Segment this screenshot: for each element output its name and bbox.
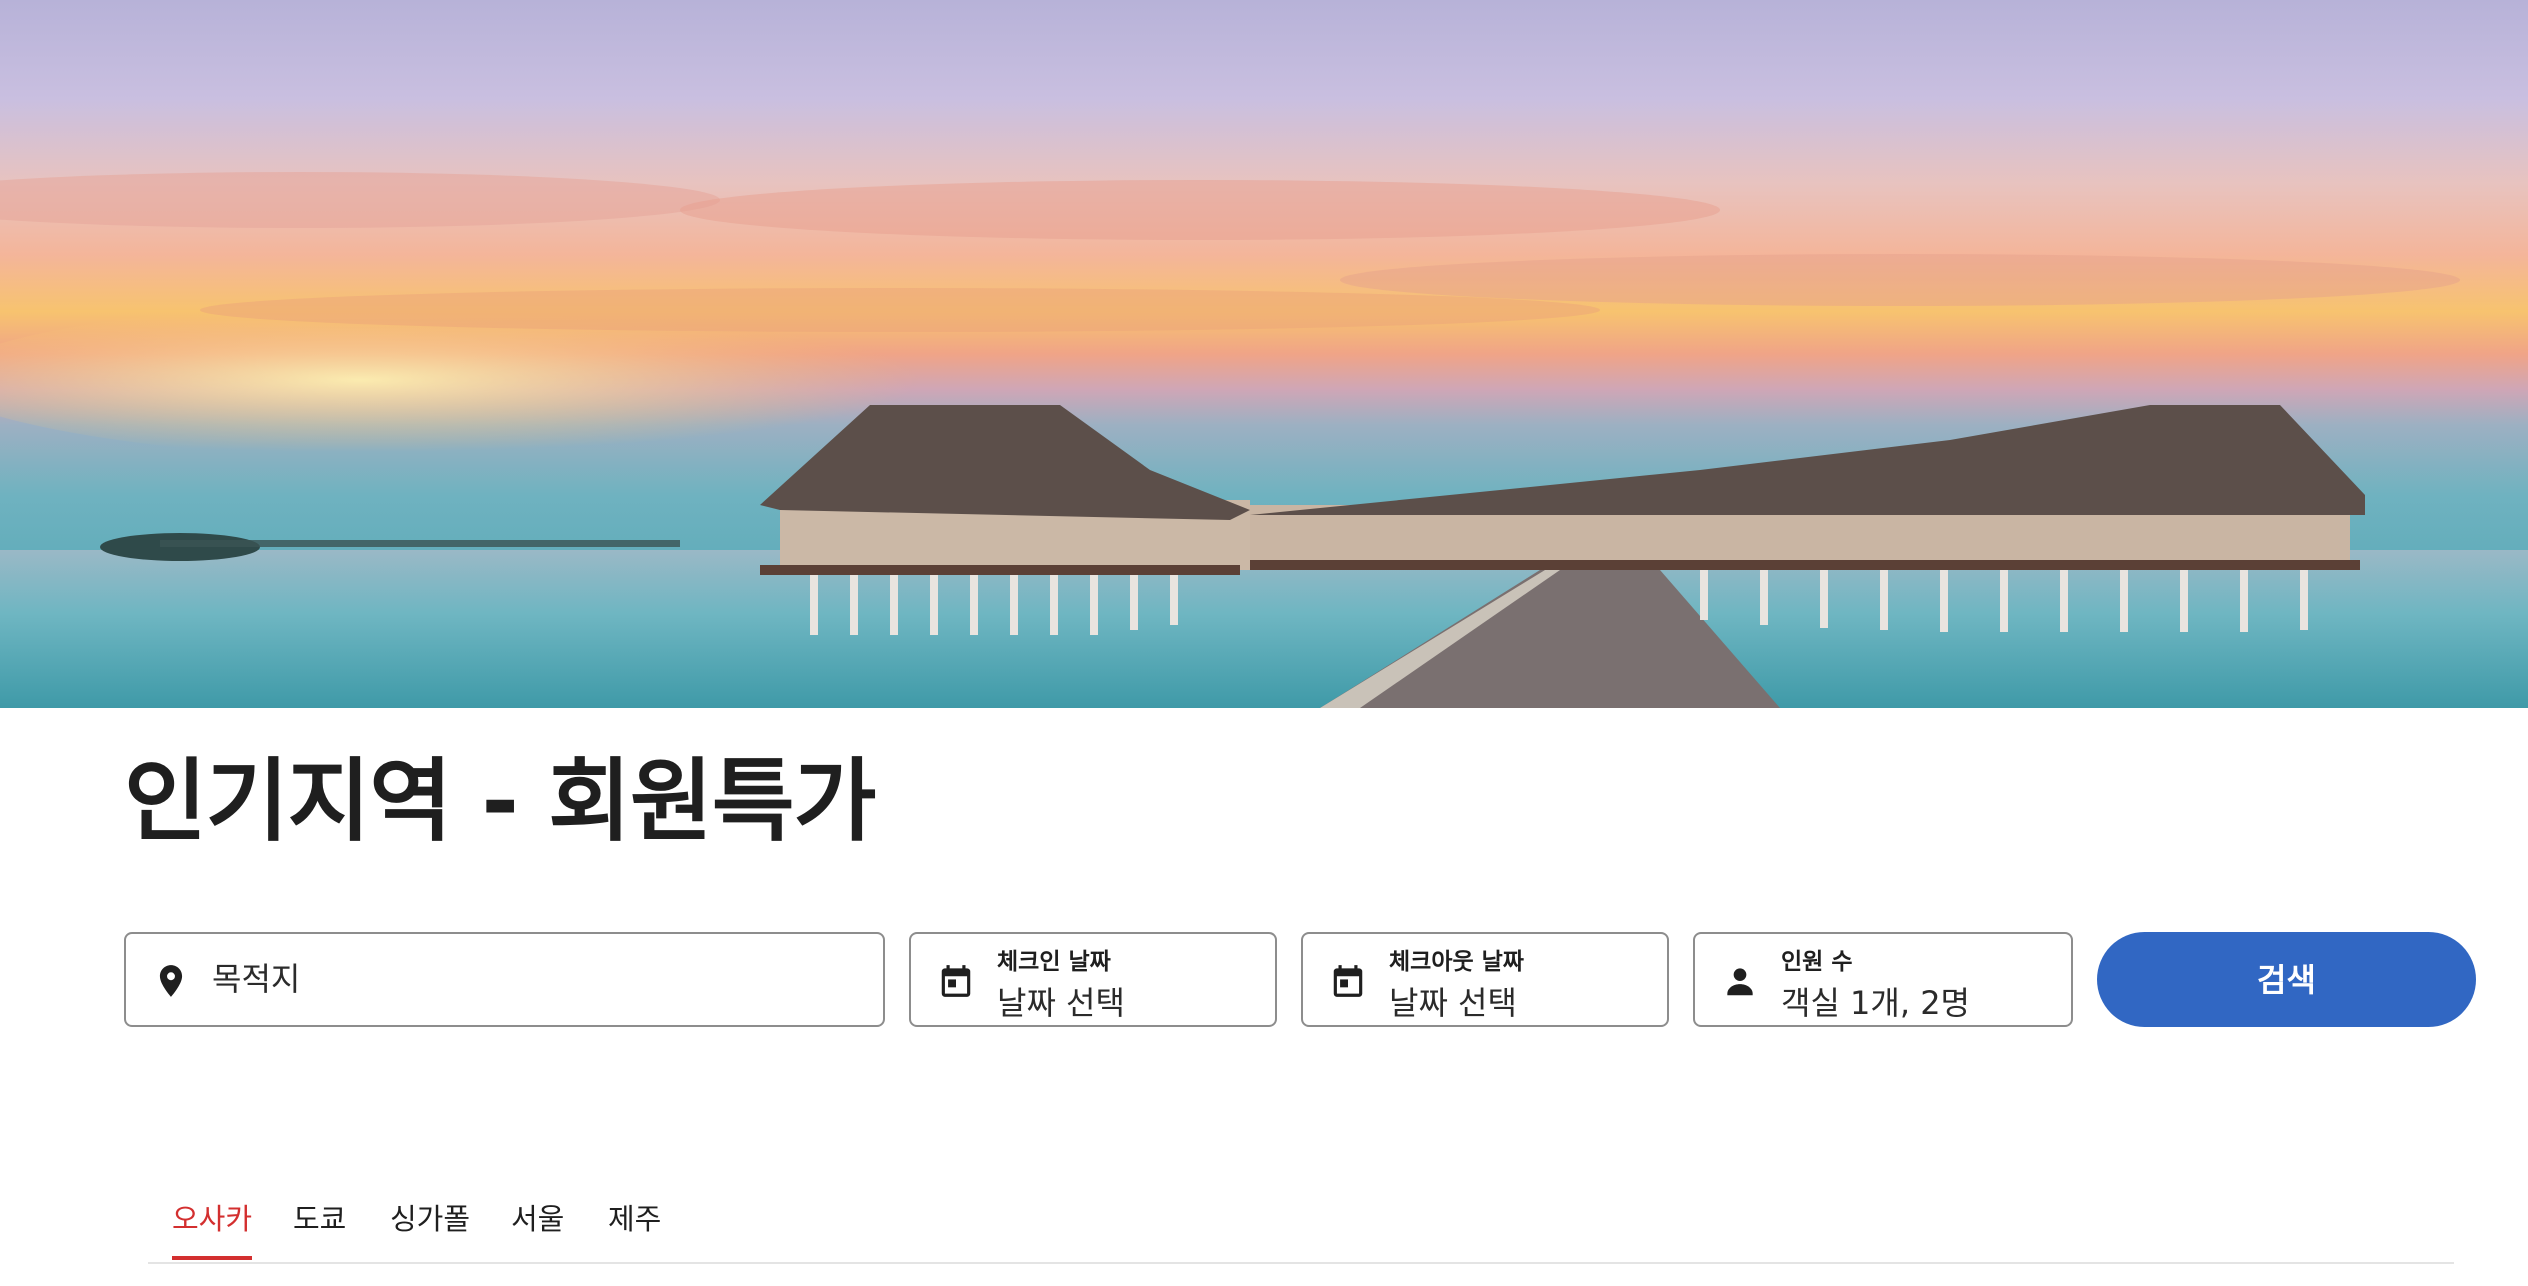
hero-illustration <box>0 172 2528 708</box>
calendar-icon <box>1333 965 1363 997</box>
guests-field[interactable]: 인원 수 객실 1개, 2명 <box>1693 932 2073 1027</box>
tab-tokyo[interactable]: 도쿄 <box>293 1196 346 1260</box>
calendar-icon <box>941 965 971 997</box>
page-title: 인기지역 - 회원특가 <box>124 749 876 854</box>
region-tabs: 오사카 도쿄 싱가폴 서울 제주 <box>148 1182 2454 1264</box>
destination-placeholder: 목적지 <box>212 960 301 998</box>
location-pin-icon <box>159 965 183 997</box>
hero-image <box>0 0 2528 708</box>
destination-field[interactable]: 목적지 <box>124 932 885 1027</box>
tab-seoul[interactable]: 서울 <box>511 1196 564 1260</box>
guests-value: 객실 1개, 2명 <box>1781 984 1970 1022</box>
checkout-date-field[interactable]: 체크아웃 날짜 날짜 선택 <box>1301 932 1669 1027</box>
tab-osaka[interactable]: 오사카 <box>172 1196 253 1260</box>
tab-jeju[interactable]: 제주 <box>608 1196 661 1260</box>
checkout-label: 체크아웃 날짜 <box>1389 949 1524 975</box>
search-button[interactable]: 검색 <box>2097 932 2476 1027</box>
checkin-value: 날짜 선택 <box>997 984 1125 1022</box>
checkout-value: 날짜 선택 <box>1389 984 1517 1022</box>
person-icon <box>1727 968 1753 996</box>
checkin-date-field[interactable]: 체크인 날짜 날짜 선택 <box>909 932 1277 1027</box>
checkin-label: 체크인 날짜 <box>997 949 1111 975</box>
guests-label: 인원 수 <box>1781 949 1853 975</box>
tab-singapore[interactable]: 싱가폴 <box>390 1196 470 1260</box>
